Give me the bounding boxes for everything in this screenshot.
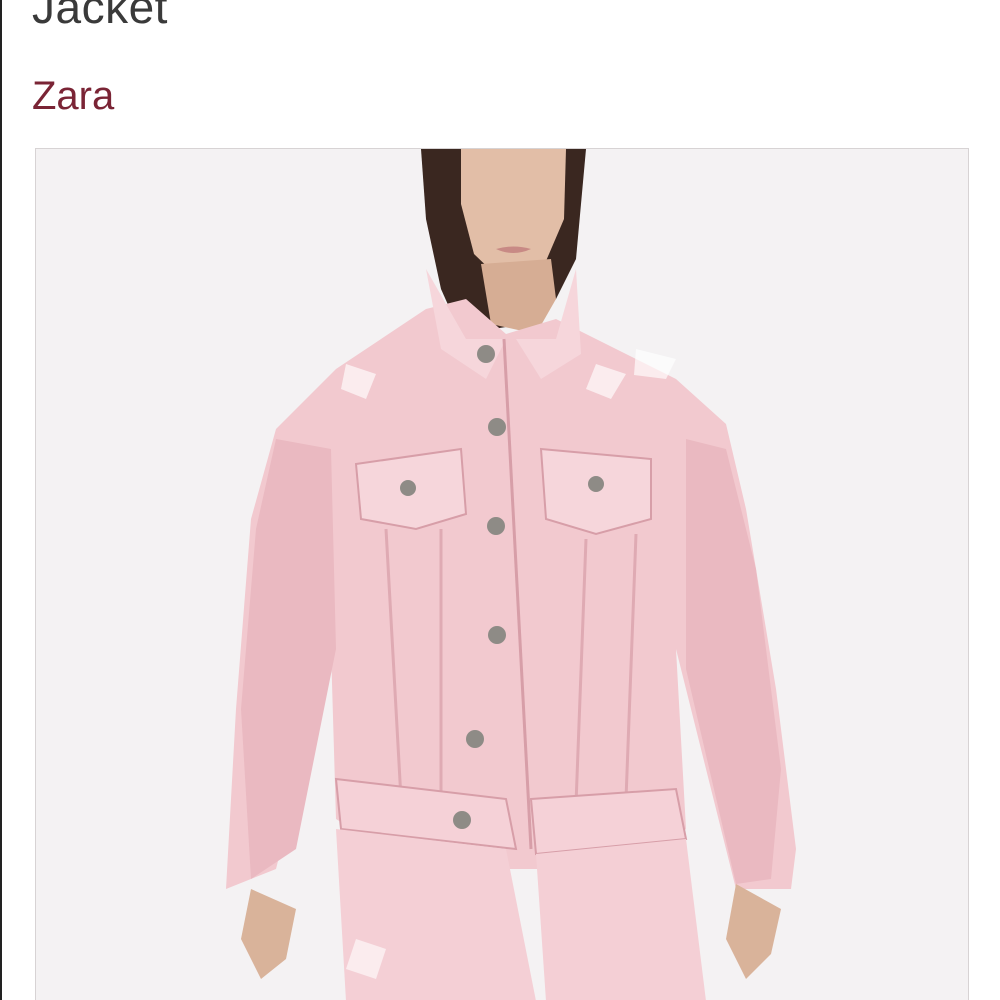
product-photo[interactable] bbox=[35, 148, 969, 1000]
product-photo-illustration bbox=[36, 149, 968, 1000]
left-border bbox=[0, 0, 2, 1000]
product-page: Jacket Zara bbox=[0, 0, 1000, 1000]
brand-link[interactable]: Zara bbox=[32, 72, 114, 120]
product-title: Jacket bbox=[32, 0, 168, 33]
